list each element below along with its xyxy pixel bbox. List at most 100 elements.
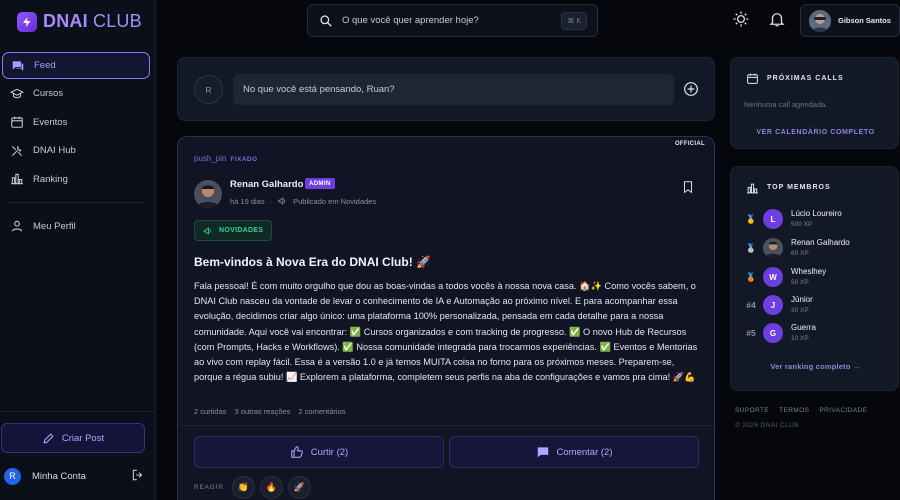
brand-logo[interactable]: DNAI CLUB	[17, 11, 142, 32]
create-post-label: Criar Post	[61, 432, 105, 444]
thumbs-up-icon	[290, 446, 303, 458]
terms-link[interactable]: TERMOS	[779, 407, 809, 414]
post-stats: 2 curtidas 3 outras reações 2 comentário…	[194, 407, 346, 416]
post-meta: há 19 dias · Publicado em Novidades	[230, 196, 377, 206]
other-reactions-count[interactable]: 3 outras reações	[235, 407, 291, 416]
category-tag[interactable]: NOVIDADES	[194, 220, 273, 241]
post-time: há 19 dias	[230, 196, 265, 206]
add-circle-icon[interactable]	[683, 81, 699, 97]
react-clap-button[interactable]: 👏	[232, 476, 255, 499]
member-name: Júnior	[791, 295, 813, 304]
rank-medal: 🥇	[745, 214, 757, 224]
empty-state: Nenhuma call agendada.	[744, 100, 828, 109]
composer-input[interactable]: No que você está pensando, Ruan?	[233, 74, 674, 105]
member-xp: 50 XP	[791, 279, 809, 286]
sidebar-item-label: Cursos	[33, 88, 64, 99]
search-shortcut: ⌘ K	[561, 12, 587, 30]
comment-button[interactable]: Comentar (2)	[449, 436, 699, 468]
author-name[interactable]: Renan Galhardo	[230, 179, 303, 190]
sidebar-nav: Feed Cursos Eventos DNAI Hub Ranking Meu…	[0, 52, 156, 241]
upcoming-calls-card: PRÓXIMAS CALLS Nenhuma call agendada. VE…	[730, 57, 899, 149]
member-name: Wheslhey	[791, 267, 827, 276]
megaphone-icon	[278, 197, 286, 205]
avatar: R	[194, 75, 223, 104]
view-calendar-link[interactable]: VER CALENDÁRIO COMPLETO	[731, 129, 900, 136]
footer-links: SUPORTE TERMOS PRIVACIDADE	[735, 407, 867, 414]
pinned-post: OFFICIAL push_pin FIXADO Renan Galhardo A…	[177, 136, 715, 500]
logout-icon[interactable]	[131, 468, 145, 482]
user-name: Gibson Santos	[838, 16, 891, 25]
member-xp: 10 XP	[791, 335, 809, 342]
member-name: Lúcio Loureiro	[791, 209, 842, 218]
card-title: PRÓXIMAS CALLS	[767, 75, 844, 82]
bar-chart-icon	[11, 173, 23, 185]
nav-divider	[8, 202, 144, 203]
account-label: Minha Conta	[32, 470, 86, 482]
search-input[interactable]: O que você quer aprender hoje? ⌘ K	[307, 4, 598, 37]
pin-icon: push_pin	[194, 154, 227, 163]
admin-badge: ADMIN	[305, 178, 335, 189]
sidebar-item-label: Meu Perfil	[33, 220, 76, 232]
sidebar-item-cursos[interactable]: Cursos	[2, 80, 150, 108]
member-row[interactable]: #5 G Guerra 10 XP	[731, 321, 900, 345]
react-rocket-button[interactable]: 🚀	[288, 476, 311, 499]
comments-count[interactable]: 2 comentários	[298, 407, 345, 416]
tools-icon	[11, 145, 23, 156]
user-profile-button[interactable]: Gibson Santos	[800, 4, 900, 37]
post-category[interactable]: Publicado em Novidades	[293, 197, 376, 206]
megaphone-icon	[203, 226, 211, 235]
official-badge: OFFICIAL	[674, 141, 705, 147]
lightning-icon	[17, 11, 37, 32]
account-menu[interactable]: R Minha Conta	[4, 465, 149, 487]
avatar	[763, 238, 783, 258]
sidebar-item-label: DNAI Hub	[33, 145, 76, 156]
sidebar-item-label: Ranking	[33, 173, 68, 185]
user-icon	[11, 220, 23, 232]
bar-chart-icon	[747, 183, 758, 194]
bell-icon[interactable]	[768, 10, 786, 28]
sidebar: DNAI CLUB Feed Cursos Eventos DNAI Hub R…	[0, 0, 156, 500]
pencil-icon	[43, 432, 54, 444]
react-label: REAGIR	[194, 484, 224, 491]
view-ranking-link[interactable]: Ver ranking completo →	[731, 362, 900, 371]
avatar: W	[763, 267, 783, 287]
author-avatar[interactable]	[194, 180, 222, 208]
privacy-link[interactable]: PRIVACIDADE	[819, 407, 867, 414]
graduation-cap-icon	[10, 88, 24, 98]
member-row[interactable]: 🥈 Renan Galhardo 60 XP	[731, 236, 900, 260]
calendar-icon	[747, 73, 758, 84]
avatar	[809, 9, 831, 32]
copyright: © 2026 DNAI CLUB	[735, 422, 799, 429]
avatar: L	[763, 209, 783, 229]
create-post-button[interactable]: Criar Post	[1, 423, 145, 453]
member-name: Guerra	[791, 323, 816, 332]
sidebar-item-label: Feed	[34, 60, 56, 71]
top-members-card: TOP MEMBROS 🥇 L Lúcio Loureiro 500 XP 🥈 …	[730, 166, 899, 391]
react-fire-button[interactable]: 🔥	[260, 476, 283, 499]
member-row[interactable]: 🥇 L Lúcio Loureiro 500 XP	[731, 207, 900, 231]
bookmark-icon[interactable]	[681, 180, 695, 194]
chat-icon	[12, 60, 24, 71]
sidebar-divider	[0, 411, 156, 412]
member-row[interactable]: 🥉 W Wheslhey 50 XP	[731, 265, 900, 289]
support-link[interactable]: SUPORTE	[735, 407, 769, 414]
likes-count[interactable]: 2 curtidas	[194, 407, 227, 416]
sidebar-item-dnai-hub[interactable]: DNAI Hub	[2, 137, 150, 165]
brand-name: DNAI CLUB	[43, 11, 142, 31]
post-body: Fala pessoal! É com muito orgulho que do…	[194, 281, 698, 383]
avatar: J	[763, 295, 783, 315]
search-placeholder: O que você quer aprender hoje?	[342, 15, 479, 26]
sidebar-item-ranking[interactable]: Ranking	[2, 165, 150, 193]
search-icon	[320, 14, 332, 27]
sidebar-item-eventos[interactable]: Eventos	[2, 108, 150, 136]
member-row[interactable]: #4 J Júnior 30 XP	[731, 293, 900, 317]
sidebar-item-feed[interactable]: Feed	[2, 52, 150, 79]
post-title: Bem-vindos à Nova Era do DNAI Club! 🚀	[194, 255, 431, 269]
sidebar-item-meu-perfil[interactable]: Meu Perfil	[2, 212, 150, 240]
sun-icon[interactable]	[732, 10, 750, 28]
post-composer: R No que você está pensando, Ruan?	[177, 57, 715, 121]
calendar-icon	[11, 116, 23, 128]
card-title: TOP MEMBROS	[767, 184, 831, 191]
like-button[interactable]: Curtir (2)	[194, 436, 444, 468]
avatar: G	[763, 323, 783, 343]
